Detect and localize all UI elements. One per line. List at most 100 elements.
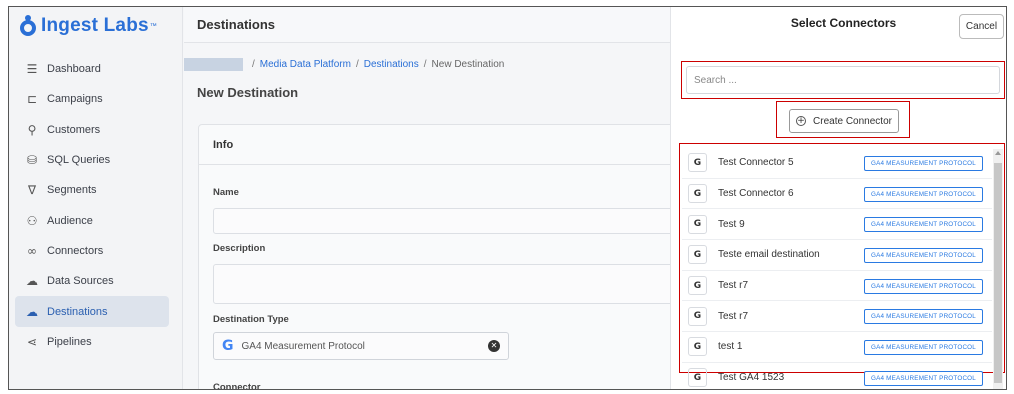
connector-type-badge: GA4 MEASUREMENT PROTOCOL <box>864 217 983 233</box>
sidebar-item-label: Pipelines <box>47 335 92 348</box>
description-label: Description <box>213 243 266 254</box>
logo-text: Ingest Labs <box>41 15 149 36</box>
connector-type-badge: GA4 MEASUREMENT PROTOCOL <box>864 248 983 264</box>
clear-icon[interactable]: ✕ <box>488 340 500 352</box>
connector-name: Test r7 <box>718 280 749 292</box>
sidebar-item-label: Connectors <box>47 244 104 257</box>
connector-name: Test Connector 6 <box>718 188 794 200</box>
breadcrumb: / Media Data Platform / Destinations / N… <box>184 58 504 71</box>
breadcrumb-separator: / <box>355 59 359 70</box>
sidebar-item-segments[interactable]: ∇ Segments <box>15 175 169 205</box>
connector-row[interactable]: G Test r7 GA4 MEASUREMENT PROTOCOL <box>682 301 992 333</box>
google-icon: G <box>688 306 707 326</box>
breadcrumb-destinations[interactable]: Destinations <box>364 59 419 70</box>
sidebar-item-label: SQL Queries <box>47 154 111 167</box>
connector-name: Test r7 <box>718 310 749 322</box>
sidebar-item-destinations[interactable]: ☁ Destinations <box>15 296 169 327</box>
logo-trademark: ™ <box>149 22 157 30</box>
breadcrumb-redacted[interactable] <box>184 58 243 71</box>
users-icon: ⚇ <box>26 213 38 228</box>
megaphone-icon: ⊏ <box>26 92 38 107</box>
connector-name: Test GA4 1523 <box>718 372 785 384</box>
list-icon: ☰ <box>26 62 38 77</box>
google-icon: G <box>688 337 707 357</box>
description-field[interactable] <box>213 264 679 304</box>
share-nodes-icon: ⋖ <box>26 334 38 349</box>
google-icon: G <box>688 245 707 265</box>
user-icon: ⚲ <box>27 122 37 137</box>
search-input[interactable] <box>686 66 1000 94</box>
plus-circle-icon: + <box>796 116 807 126</box>
google-icon: G <box>688 214 707 234</box>
sidebar-item-connectors[interactable]: ∞ Connectors <box>15 236 169 266</box>
google-icon: G <box>688 368 707 388</box>
connector-type-badge: GA4 MEASUREMENT PROTOCOL <box>864 156 983 171</box>
page-header: Destinations <box>184 7 670 43</box>
cloud-upload-icon: ☁ <box>26 274 38 289</box>
sidebar-nav: ☰ Dashboard ⊏ Campaigns ⚲ Customers ⛁ SQL Queri… <box>15 54 169 357</box>
sidebar-item-label: Customers <box>47 123 101 136</box>
select-connectors-panel: Select Connectors Cancel + Create Connec… <box>670 7 1006 389</box>
create-connector-label: Create Connector <box>813 115 892 127</box>
scroll-up-icon[interactable] <box>995 151 1001 155</box>
google-icon: G <box>688 184 707 204</box>
connector-type-badge: GA4 MEASUREMENT PROTOCOL <box>864 370 983 386</box>
page-title: New Destination <box>197 85 299 100</box>
connector-label: Connector <box>213 382 261 390</box>
sidebar-item-audience[interactable]: ⚇ Audience <box>15 205 169 235</box>
connector-name: Test Connector 5 <box>718 157 794 169</box>
search-highlight <box>681 61 1005 99</box>
name-field[interactable] <box>213 208 679 234</box>
database-icon: ⛁ <box>26 153 38 168</box>
connector-type-badge: GA4 MEASUREMENT PROTOCOL <box>864 340 983 356</box>
sidebar-item-sql-queries[interactable]: ⛁ SQL Queries <box>15 145 169 175</box>
google-icon: G <box>688 153 707 173</box>
sidebar-item-customers[interactable]: ⚲ Customers <box>15 115 169 145</box>
sidebar-item-campaigns[interactable]: ⊏ Campaigns <box>15 84 169 114</box>
info-card: Info Name Description Destination Type G… <box>198 124 679 390</box>
create-highlight: + Create Connector <box>776 101 910 138</box>
sidebar-item-label: Campaigns <box>47 93 103 106</box>
destination-type-select[interactable]: G GA4 Measurement Protocol ✕ <box>213 332 509 360</box>
connector-row[interactable]: Gtest 1 GA4 MEASUREMENT PROTOCOL <box>682 332 992 363</box>
breadcrumb-current: New Destination <box>431 59 505 70</box>
logo[interactable]: Ingest Labs ™ <box>19 15 157 37</box>
connector-row[interactable]: G Teste email destination GA4 MEASUREMENT … <box>682 240 992 271</box>
breadcrumb-separator: / <box>252 59 255 70</box>
google-icon: G <box>688 276 707 296</box>
cloud-arrow-icon: ☁ <box>26 304 38 319</box>
sidebar-item-pipelines[interactable]: ⋖ Pipelines <box>15 327 169 357</box>
sidebar-item-label: Dashboard <box>47 63 101 76</box>
name-label: Name <box>213 187 239 198</box>
sidebar-item-dashboard[interactable]: ☰ Dashboard <box>15 54 169 84</box>
cancel-button[interactable]: Cancel <box>959 14 1004 39</box>
create-connector-button[interactable]: + Create Connector <box>789 109 899 133</box>
sidebar-item-label: Audience <box>47 214 93 227</box>
connector-row[interactable]: G Test r7 GA4 MEASUREMENT PROTOCOL <box>682 271 992 302</box>
connector-row[interactable]: G Test GA4 1523 GA4 MEASUREMENT PROTOCOL <box>682 363 992 388</box>
breadcrumb-separator: / <box>423 59 427 70</box>
connector-list-highlight: G Test Connector 5 GA4 MEASUREMENT PROTOCO… <box>679 143 1005 388</box>
scroll-thumb[interactable] <box>994 163 1002 383</box>
card-title: Info <box>199 125 677 165</box>
scrollbar[interactable] <box>993 149 1003 389</box>
connector-type-badge: GA4 MEASUREMENT PROTOCOL <box>864 186 983 202</box>
link-icon: ∞ <box>27 243 37 258</box>
destination-type-label: Destination Type <box>213 314 289 325</box>
google-icon: G <box>222 338 234 354</box>
panel-title: Select Connectors <box>790 16 897 30</box>
connector-name: test 1 <box>718 341 743 353</box>
connector-row[interactable]: G Test 9 GA4 MEASUREMENT PROTOCOL <box>682 209 992 241</box>
connector-list: G Test Connector 5 GA4 MEASUREMENT PROTOCO… <box>682 148 992 388</box>
connector-row[interactable]: G Test Connector 6 GA4 MEASUREMENT PROTOCO… <box>682 179 992 210</box>
app-window: Ingest Labs ™ ☰ Dashboard ⊏ Campaigns ⚲ Custo… <box>8 6 1007 390</box>
sidebar: Ingest Labs ™ ☰ Dashboard ⊏ Campaigns ⚲ Custo… <box>9 7 183 389</box>
breadcrumb-media-data-platform[interactable]: Media Data Platform <box>260 59 351 70</box>
main-content: Destinations / Media Data Platform / Des… <box>184 7 679 389</box>
sidebar-item-data-sources[interactable]: ☁ Data Sources <box>15 266 169 296</box>
logo-icon <box>19 15 37 37</box>
connector-row[interactable]: G Test Connector 5 GA4 MEASUREMENT PROTOCO… <box>682 148 992 179</box>
connector-name: Test 9 <box>718 218 745 230</box>
sidebar-item-label: Destinations <box>47 305 108 318</box>
connector-type-badge: GA4 MEASUREMENT PROTOCOL <box>864 309 983 325</box>
